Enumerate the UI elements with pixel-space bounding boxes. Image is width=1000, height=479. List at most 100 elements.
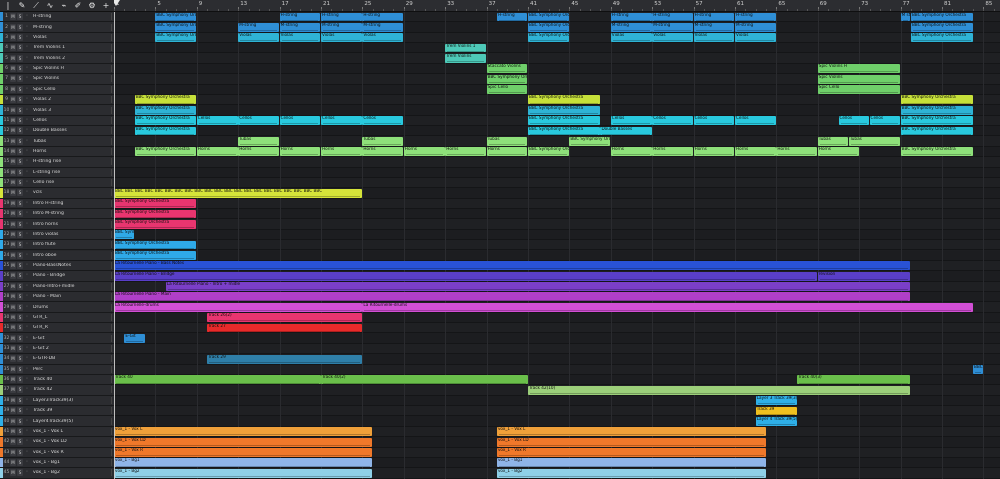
clip[interactable]: E-Git (124, 333, 145, 343)
track-header[interactable]: 38 M S ◦ Layer3Track39(3) (0, 395, 114, 407)
monitor-icon[interactable]: ◦ (24, 376, 30, 383)
track-header[interactable]: 22 M S ◦ Intro violas (0, 229, 114, 241)
monitor-icon[interactable]: ◦ (24, 158, 30, 165)
monitor-icon[interactable]: ◦ (24, 428, 30, 435)
monitor-icon[interactable]: ◦ (24, 231, 30, 238)
clip[interactable]: Track 40(3) (797, 375, 911, 385)
clip[interactable]: Track 42(10) (528, 385, 911, 395)
monitor-icon[interactable]: ◦ (24, 86, 30, 93)
solo-button[interactable]: S (17, 293, 23, 301)
clip[interactable]: BBC Symphony Orchestra (528, 22, 569, 32)
solo-button[interactable]: S (17, 85, 23, 93)
clip[interactable]: Horns (279, 147, 321, 157)
track-header[interactable]: 11 M S ◦ Cellos (0, 115, 114, 127)
clip[interactable]: H-string (610, 12, 652, 22)
clip[interactable]: BBC Symphony Orchestra (114, 240, 197, 250)
mute-button[interactable]: M (10, 272, 16, 280)
clip[interactable]: Track 29 (207, 354, 362, 364)
clip[interactable]: BBC Symphony Orchestra (114, 209, 197, 219)
track-name[interactable]: Double Basses (33, 128, 83, 133)
track-header[interactable]: 18 M S ◦ vcls (0, 188, 114, 199)
solo-button[interactable]: S (17, 147, 23, 155)
solo-button[interactable]: S (17, 137, 23, 145)
solo-button[interactable]: S (17, 345, 23, 352)
mute-button[interactable]: M (10, 386, 16, 394)
mute-button[interactable]: M (10, 293, 16, 301)
track-header[interactable]: 5 M S ◦ Trem Violins 2 (0, 53, 114, 64)
clip[interactable]: Horns (693, 147, 735, 157)
solo-button[interactable]: S (17, 168, 23, 176)
clip[interactable]: Violas (321, 33, 362, 43)
clip[interactable]: BBC Symphony Orchestra (528, 95, 600, 105)
monitor-icon[interactable]: ◦ (24, 107, 30, 114)
track-name[interactable]: E-Git 2 (33, 346, 83, 351)
clip[interactable]: BBC Symphony Orchestra (134, 126, 197, 136)
clip[interactable]: Cellos (610, 116, 652, 126)
solo-button[interactable]: S (17, 75, 23, 83)
track-name[interactable]: Horns (33, 149, 83, 154)
track-lane[interactable] (114, 219, 1000, 230)
track-header[interactable]: 32 M S ◦ E-Git (0, 333, 114, 344)
monitor-icon[interactable]: ◦ (24, 13, 30, 20)
clip[interactable]: M str (900, 12, 911, 22)
solo-button[interactable]: S (17, 407, 23, 415)
clip[interactable]: H-string (652, 12, 694, 22)
brush-tool-icon[interactable]: ✐ (72, 0, 84, 11)
monitor-icon[interactable]: ◦ (24, 221, 30, 228)
mute-button[interactable]: M (10, 179, 16, 187)
mute-button[interactable]: M (10, 158, 16, 166)
clip[interactable]: H-string (496, 12, 528, 22)
track-header[interactable]: 29 M S ◦ Drums (0, 302, 114, 313)
clip[interactable]: Cellos (652, 116, 694, 126)
track-header[interactable]: 7 M S ◦ Spic Violins (0, 74, 114, 85)
track-header[interactable]: 39 M S ◦ Track 39 (0, 406, 114, 417)
track-lane[interactable] (114, 177, 1000, 189)
monitor-icon[interactable]: ◦ (24, 418, 30, 425)
mute-button[interactable]: M (10, 127, 16, 135)
solo-button[interactable]: S (17, 427, 23, 435)
track-header[interactable]: 36 M S ◦ Track 40 (0, 374, 114, 386)
clip[interactable]: Spic Violins H (817, 64, 901, 74)
track-header[interactable]: 16 M S ◦ L-string rise (0, 167, 114, 178)
track-name[interactable]: GTR_L (33, 315, 83, 320)
mute-button[interactable]: M (10, 13, 16, 21)
clip[interactable]: Tubas (238, 136, 280, 146)
mute-button[interactable]: M (10, 189, 16, 197)
track-lane[interactable] (114, 167, 1000, 178)
track-name[interactable]: Violas 2 (33, 97, 83, 102)
track-name[interactable]: Spic Cello (33, 87, 83, 92)
clip[interactable]: Track 40 (114, 375, 321, 385)
track-header[interactable]: 37 M S ◦ Track 42 (0, 385, 114, 396)
clip[interactable]: BBC Symphony Orche (486, 74, 528, 84)
monitor-icon[interactable]: ◦ (24, 345, 30, 352)
mute-button[interactable]: M (10, 396, 16, 404)
track-name[interactable]: Intro H-string (33, 201, 83, 206)
track-name[interactable]: Track 39 (33, 408, 83, 413)
mute-button[interactable]: M (10, 137, 16, 145)
track-name[interactable]: Violas (33, 35, 83, 40)
mute-button[interactable]: M (10, 469, 16, 477)
track-header[interactable]: 23 M S ◦ Intro flute (0, 240, 114, 251)
clip[interactable]: Horns (196, 147, 238, 157)
track-name[interactable]: H-string (33, 14, 83, 19)
clip[interactable]: Tubas (486, 136, 528, 146)
mute-button[interactable]: M (10, 448, 16, 456)
clip[interactable]: vox_1 - Bg1 (496, 458, 766, 468)
clip[interactable]: La Ritournelle Piano - Main (114, 292, 911, 302)
clip[interactable]: BBC Symphony Orchestra (114, 251, 197, 260)
monitor-icon[interactable]: ◦ (24, 75, 30, 82)
solo-button[interactable]: S (17, 262, 23, 270)
track-name[interactable]: L-string rise (33, 170, 83, 175)
track-lane[interactable] (114, 229, 1000, 241)
clip[interactable]: H-string (735, 12, 776, 22)
clip[interactable]: BBC Symphony Orchestra (569, 136, 611, 146)
mute-button[interactable]: M (10, 220, 16, 228)
mute-button[interactable]: M (10, 54, 16, 62)
track-name[interactable]: Spic Violins H (33, 66, 83, 71)
solo-button[interactable]: S (17, 376, 23, 384)
mute-button[interactable]: M (10, 334, 16, 342)
track-header[interactable]: 41 M S ◦ vox_1 - Vox L (0, 426, 114, 438)
mute-button[interactable]: M (10, 262, 16, 270)
solo-button[interactable]: S (17, 438, 23, 446)
clip[interactable]: Violas (693, 33, 735, 43)
